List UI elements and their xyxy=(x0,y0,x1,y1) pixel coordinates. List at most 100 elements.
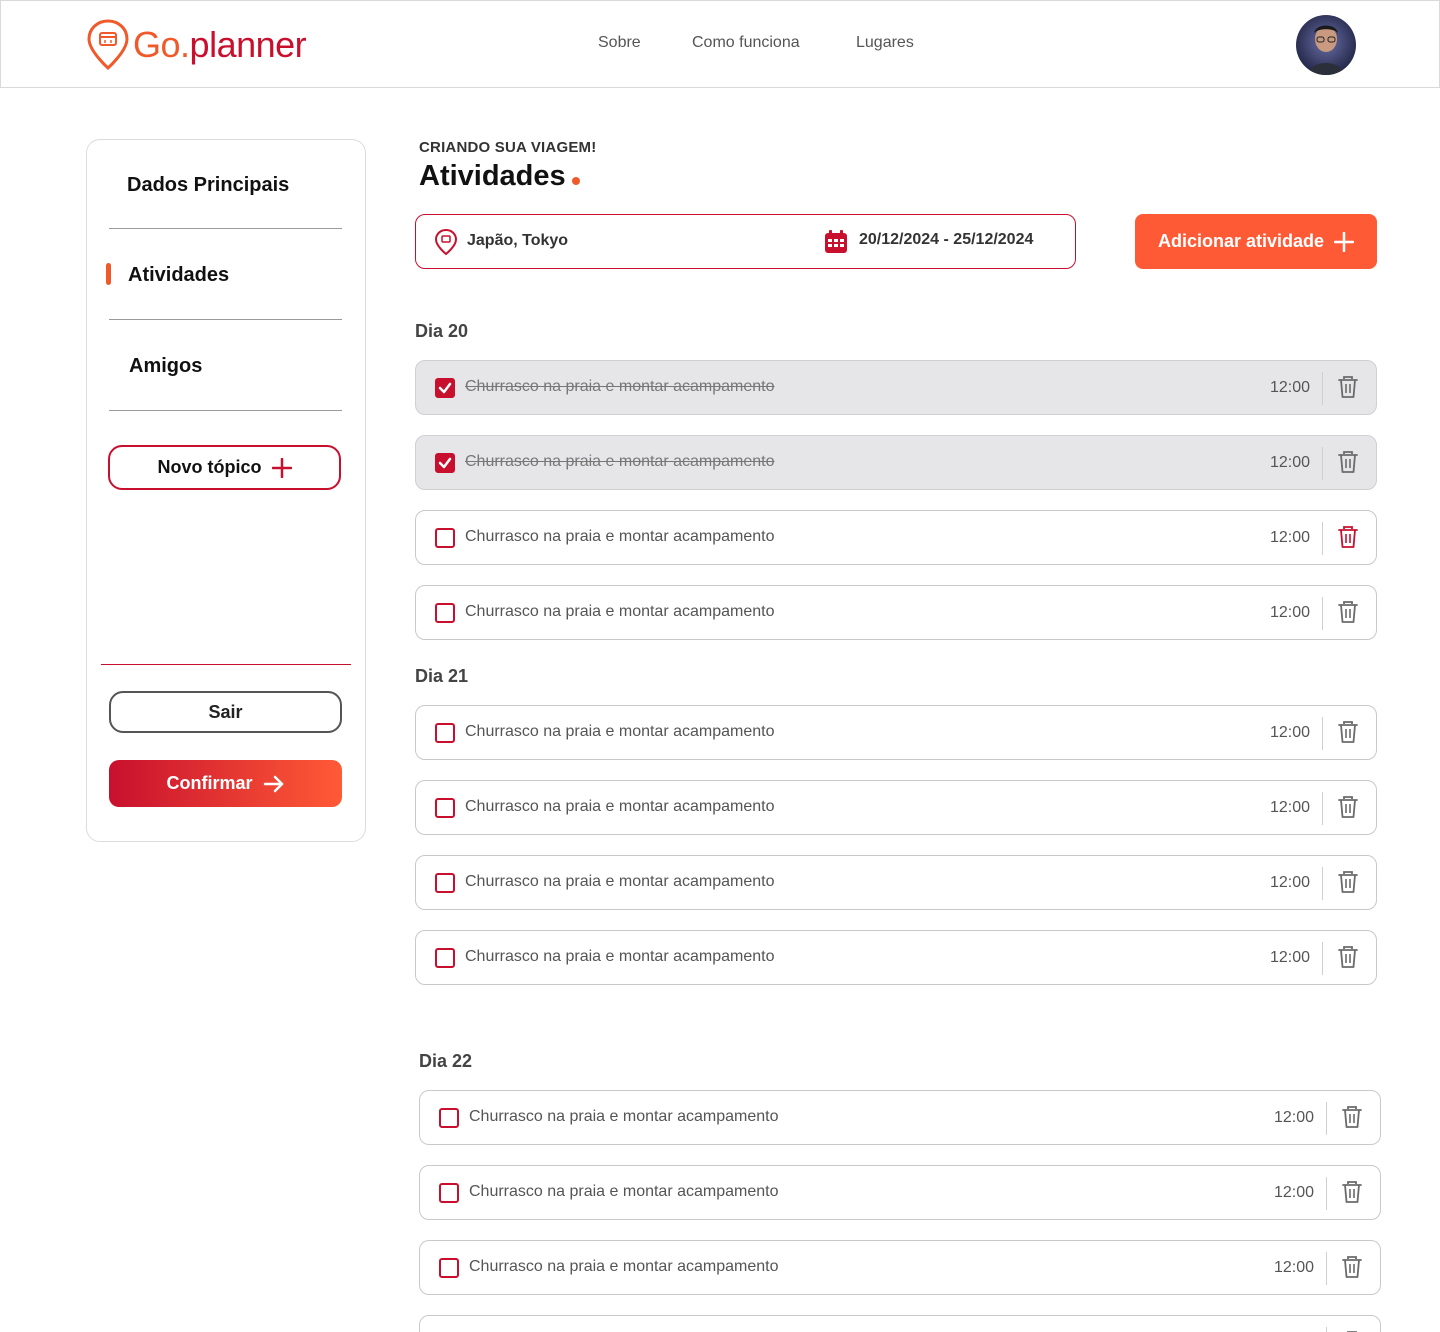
divider xyxy=(1326,1327,1327,1332)
user-avatar-icon xyxy=(1296,15,1356,75)
page-title-text: Atividades xyxy=(419,160,566,192)
trash-icon[interactable] xyxy=(1337,600,1359,624)
nav-link-como-funciona[interactable]: Como funciona xyxy=(692,34,800,52)
confirm-button[interactable]: Confirmar xyxy=(109,760,342,807)
activity-checkbox[interactable] xyxy=(435,453,455,473)
activity-text: Churrasco na praia e montar acampamento xyxy=(465,948,775,965)
add-activity-label: Adicionar atividade xyxy=(1157,231,1325,251)
confirm-label: Confirmar xyxy=(166,773,253,793)
sidebar-item-dados-principais[interactable]: Dados Principais xyxy=(127,174,289,197)
activity-time: 12:00 xyxy=(1269,874,1310,891)
trash-icon[interactable] xyxy=(1337,945,1359,969)
trash-icon[interactable] xyxy=(1341,1180,1363,1204)
divider xyxy=(101,664,351,665)
logo-planner: planner xyxy=(189,24,307,65)
divider xyxy=(1322,792,1323,825)
title-dot xyxy=(571,177,580,185)
activity-row[interactable]: Churrasco na praia e montar acampamento 1… xyxy=(415,510,1377,565)
trash-icon[interactable] xyxy=(1337,375,1359,399)
activity-text: Churrasco na praia e montar acampamento xyxy=(465,798,775,815)
activity-time: 12:00 xyxy=(1269,379,1310,396)
activity-checkbox[interactable] xyxy=(435,798,455,818)
logo[interactable]: Go.planner xyxy=(85,18,307,72)
activity-row[interactable]: Churrasco na praia e montar acampamento 1… xyxy=(415,930,1377,985)
trip-summary[interactable]: Japão, Tokyo 20/12/2024 - 25/12/2024 xyxy=(415,214,1076,269)
trash-icon[interactable] xyxy=(1341,1105,1363,1129)
activity-row[interactable]: Churrasco na praia e montar acampamento … xyxy=(415,360,1377,415)
page-title: Atividades xyxy=(419,160,580,193)
activity-row[interactable]: Churrasco na praia e montar acampamento 1… xyxy=(419,1240,1381,1295)
activity-checkbox[interactable] xyxy=(435,948,455,968)
divider xyxy=(1326,1252,1327,1285)
activity-text: Churrasco na praia e montar acampamento xyxy=(465,873,775,890)
activity-time: 12:00 xyxy=(1269,724,1310,741)
divider xyxy=(1322,597,1323,630)
location-pin-icon xyxy=(434,228,458,256)
activity-checkbox[interactable] xyxy=(439,1258,459,1278)
day-label: Dia 21 xyxy=(415,666,469,686)
activity-text: Churrasco na praia e montar acampamento xyxy=(469,1183,779,1200)
activity-checkbox[interactable] xyxy=(439,1108,459,1128)
activity-row[interactable] xyxy=(419,1315,1381,1332)
activity-row[interactable]: Churrasco na praia e montar acampamento … xyxy=(415,435,1377,490)
divider xyxy=(1322,372,1323,405)
add-activity-button[interactable]: Adicionar atividade xyxy=(1135,214,1377,269)
activity-row[interactable]: Churrasco na praia e montar acampamento 1… xyxy=(415,585,1377,640)
activity-checkbox[interactable] xyxy=(435,873,455,893)
arrow-right-icon xyxy=(263,775,283,792)
location-pin-logo-icon xyxy=(87,19,129,71)
calendar-icon xyxy=(825,230,847,253)
divider xyxy=(1326,1177,1327,1210)
activity-text: Churrasco na praia e montar acampamento xyxy=(469,1108,779,1125)
activity-time: 12:00 xyxy=(1269,799,1310,816)
divider xyxy=(109,319,342,320)
activity-row[interactable]: Churrasco na praia e montar acampamento 1… xyxy=(415,780,1377,835)
new-topic-label: Novo tópico xyxy=(157,457,262,477)
trash-icon[interactable] xyxy=(1337,795,1359,819)
trash-icon[interactable] xyxy=(1341,1255,1363,1279)
trash-icon[interactable] xyxy=(1337,525,1359,549)
top-header: Go.planner Sobre Como funciona Lugares xyxy=(0,0,1440,88)
activity-row[interactable]: Churrasco na praia e montar acampamento 1… xyxy=(419,1090,1381,1145)
trash-icon[interactable] xyxy=(1337,450,1359,474)
divider xyxy=(1322,867,1323,900)
new-topic-button[interactable]: Novo tópico xyxy=(108,445,341,490)
activity-checkbox[interactable] xyxy=(435,723,455,743)
activity-time: 12:00 xyxy=(1273,1184,1314,1201)
logo-text: Go.planner xyxy=(133,24,307,65)
day-label: Dia 22 xyxy=(419,1051,473,1071)
activity-row[interactable]: Churrasco na praia e montar acampamento 1… xyxy=(415,705,1377,760)
avatar[interactable] xyxy=(1296,15,1356,75)
activity-row[interactable]: Churrasco na praia e montar acampamento 1… xyxy=(415,855,1377,910)
trash-icon[interactable] xyxy=(1337,720,1359,744)
divider xyxy=(1322,942,1323,975)
sidebar-item-atividades[interactable]: Atividades xyxy=(128,264,229,287)
divider xyxy=(1326,1102,1327,1135)
divider xyxy=(1322,717,1323,750)
activity-time: 12:00 xyxy=(1269,604,1310,621)
nav-link-sobre[interactable]: Sobre xyxy=(598,34,641,52)
sidebar: Dados Principais Atividades Amigos Novo … xyxy=(86,139,366,842)
divider xyxy=(109,410,342,411)
activity-time: 12:00 xyxy=(1273,1109,1314,1126)
activity-text: Churrasco na praia e montar acampamento xyxy=(465,378,775,395)
exit-button[interactable]: Sair xyxy=(109,691,342,733)
activity-checkbox[interactable] xyxy=(439,1183,459,1203)
trip-location: Japão, Tokyo xyxy=(467,232,569,249)
activity-time: 12:00 xyxy=(1269,949,1310,966)
day-label: Dia 20 xyxy=(415,321,469,341)
divider xyxy=(1322,522,1323,555)
plus-icon xyxy=(271,457,292,478)
activity-time: 12:00 xyxy=(1273,1259,1314,1276)
page-eyebrow: CRIANDO SUA VIAGEM! xyxy=(419,139,597,156)
nav-link-lugares[interactable]: Lugares xyxy=(856,34,914,52)
trip-dates: 20/12/2024 - 25/12/2024 xyxy=(859,231,1034,248)
activity-text: Churrasco na praia e montar acampamento xyxy=(465,603,775,620)
sidebar-item-amigos[interactable]: Amigos xyxy=(129,355,202,378)
activity-checkbox[interactable] xyxy=(435,603,455,623)
activity-row[interactable]: Churrasco na praia e montar acampamento 1… xyxy=(419,1165,1381,1220)
logo-go: Go xyxy=(133,24,181,65)
activity-checkbox[interactable] xyxy=(435,378,455,398)
trash-icon[interactable] xyxy=(1337,870,1359,894)
activity-checkbox[interactable] xyxy=(435,528,455,548)
